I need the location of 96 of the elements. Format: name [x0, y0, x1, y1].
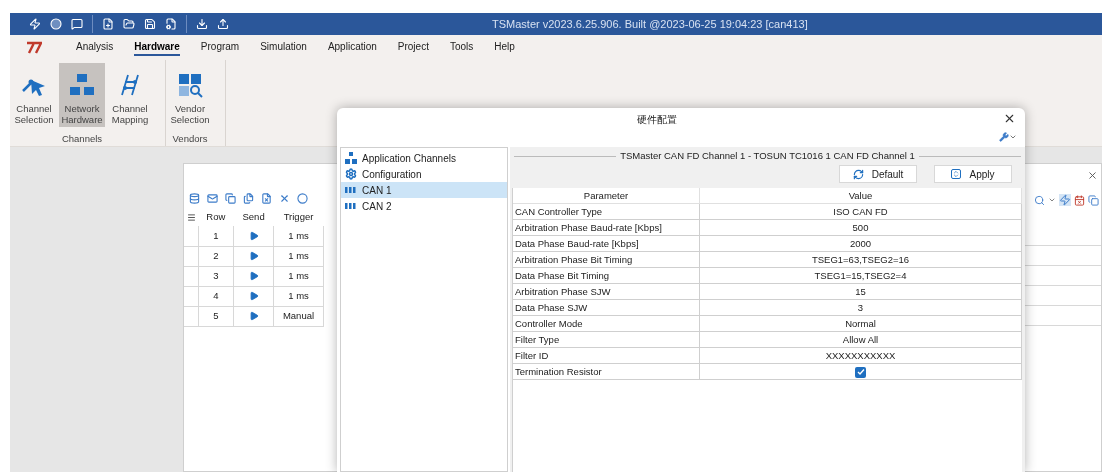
chat-icon[interactable] [71, 18, 83, 30]
folder-icon[interactable] [123, 18, 135, 30]
table-cell: 1 ms [273, 226, 324, 246]
dropdown-icon[interactable] [1009, 133, 1017, 141]
menu-tab[interactable]: Program [200, 39, 240, 56]
table-cell: Arbitration Phase SJW [513, 284, 700, 300]
group-title: TSMaster CAN FD Channel 1 - TOSUN TC1016 1 CAN FD Channel 1 [620, 148, 915, 163]
vendor-icon [176, 71, 204, 99]
menu-tab[interactable]: Help [494, 39, 515, 56]
table-cell: 4 [198, 286, 234, 306]
copy-icon[interactable] [1088, 194, 1099, 206]
table-cell-text: 15 [854, 285, 867, 299]
table-cell: Arbitration Phase Baud-rate [Kbps] [513, 220, 700, 236]
table-cell: 1 ms [273, 286, 324, 306]
menu-tab[interactable]: Tools [449, 39, 474, 56]
search-icon[interactable] [1034, 194, 1045, 206]
table-cell: 3 [198, 266, 234, 286]
column-header: Parameter [513, 188, 700, 204]
table-cell-text: TSEG1=15,TSEG2=4 [813, 269, 908, 283]
network-icon [345, 152, 357, 164]
mail-icon[interactable] [207, 193, 218, 204]
refresh-icon [852, 168, 864, 180]
close-icon[interactable] [1087, 170, 1098, 181]
table-cell: 1 ms [273, 246, 324, 266]
table-cell: 2 [198, 246, 234, 266]
table-cell: Filter ID [513, 348, 700, 364]
play-icon[interactable] [248, 230, 259, 241]
ribbon-button[interactable]: Channel Mapping [107, 63, 153, 127]
group-label: Vendors [172, 132, 208, 146]
upload-icon[interactable] [217, 18, 229, 30]
wrench-icon[interactable] [999, 132, 1009, 142]
column-header: Trigger [273, 208, 324, 226]
column-header: Send [233, 208, 274, 226]
play-icon[interactable] [248, 251, 259, 261]
table-cell-text: TSEG1=63,TSEG2=16 [810, 253, 911, 267]
table-cell-text: 500 [851, 221, 870, 235]
table-cell: Controller Mode [513, 316, 700, 332]
table-cell-text: 3 [856, 301, 865, 315]
default-button[interactable]: Default [839, 165, 917, 183]
apply-button[interactable]: Apply [934, 165, 1012, 183]
download-icon[interactable] [196, 18, 208, 30]
ribbon-button[interactable]: Channel Selection [11, 63, 57, 127]
table-cell-text: XXXXXXXXXXX [824, 349, 897, 363]
calendar-icon[interactable] [1074, 194, 1085, 206]
files-icon[interactable] [243, 193, 254, 204]
file-settings-icon[interactable] [165, 18, 177, 30]
new-file-icon[interactable] [102, 18, 114, 30]
ribbon-button[interactable]: Vendor Selection [167, 63, 213, 127]
save-icon[interactable] [144, 18, 156, 30]
play-icon[interactable] [248, 291, 259, 301]
table-cell-text: Normal [844, 317, 877, 331]
tree-item[interactable]: CAN 2 [341, 198, 507, 214]
tree-item[interactable]: Configuration [341, 166, 507, 182]
dropdown-icon[interactable] [1048, 196, 1056, 204]
tree-item[interactable]: CAN 1 [341, 182, 507, 198]
table-cell-text: 2000 [848, 237, 873, 251]
menu-tab[interactable]: Application [327, 39, 377, 56]
table-cell: Filter Type [513, 332, 700, 348]
checkbox[interactable] [855, 366, 866, 378]
table-cell: 1 [198, 226, 234, 246]
play-icon[interactable] [248, 271, 259, 281]
table-cell: Termination Resistor [513, 364, 700, 380]
group-label: Channels [61, 132, 103, 146]
app-logo[interactable] [26, 40, 42, 55]
table-cell: Data Phase SJW [513, 300, 700, 316]
table-cell: Arbitration Phase Bit Timing [513, 252, 700, 268]
window-title: TSMaster v2023.6.25.906. Built @2023-06-25 19:04:23 [can413] [492, 16, 808, 32]
dialog-title: 硬件配置 [637, 113, 677, 127]
circle-icon[interactable] [297, 193, 308, 204]
tree-item[interactable]: Application Channels [341, 150, 507, 166]
menu-tab[interactable]: Analysis [76, 39, 114, 56]
copy-icon[interactable] [225, 193, 236, 204]
column-header: Value [700, 188, 1022, 204]
file-remove-icon[interactable] [261, 193, 272, 204]
table-cell: CAN Controller Type [513, 204, 700, 220]
column-header: Row [198, 208, 234, 226]
table-cell-text: ISO CAN FD [832, 205, 889, 219]
menu-tab[interactable]: Simulation [260, 39, 307, 56]
ribbon-button[interactable]: Network Hardware [59, 63, 105, 127]
play-icon[interactable] [248, 311, 259, 321]
table-cell-text: Allow All [841, 333, 880, 347]
table-cell: Data Phase Baud-rate [Kbps] [513, 236, 700, 252]
apply-icon [951, 169, 962, 179]
bus-icon [345, 202, 357, 210]
menu-tab[interactable]: Project [397, 39, 429, 56]
database-icon[interactable] [189, 193, 200, 204]
bus-icon [345, 186, 357, 194]
delete-icon[interactable] [279, 193, 290, 204]
menu-tab[interactable]: Hardware [134, 39, 180, 56]
menu-icon[interactable] [186, 212, 196, 222]
close-icon[interactable] [1003, 112, 1016, 125]
gear-icon [345, 168, 357, 180]
table-cell: Manual [273, 306, 324, 326]
table-cell: 1 ms [273, 266, 324, 286]
table-cell: Data Phase Bit Timing [513, 268, 700, 284]
table-cell: 5 [198, 306, 234, 326]
